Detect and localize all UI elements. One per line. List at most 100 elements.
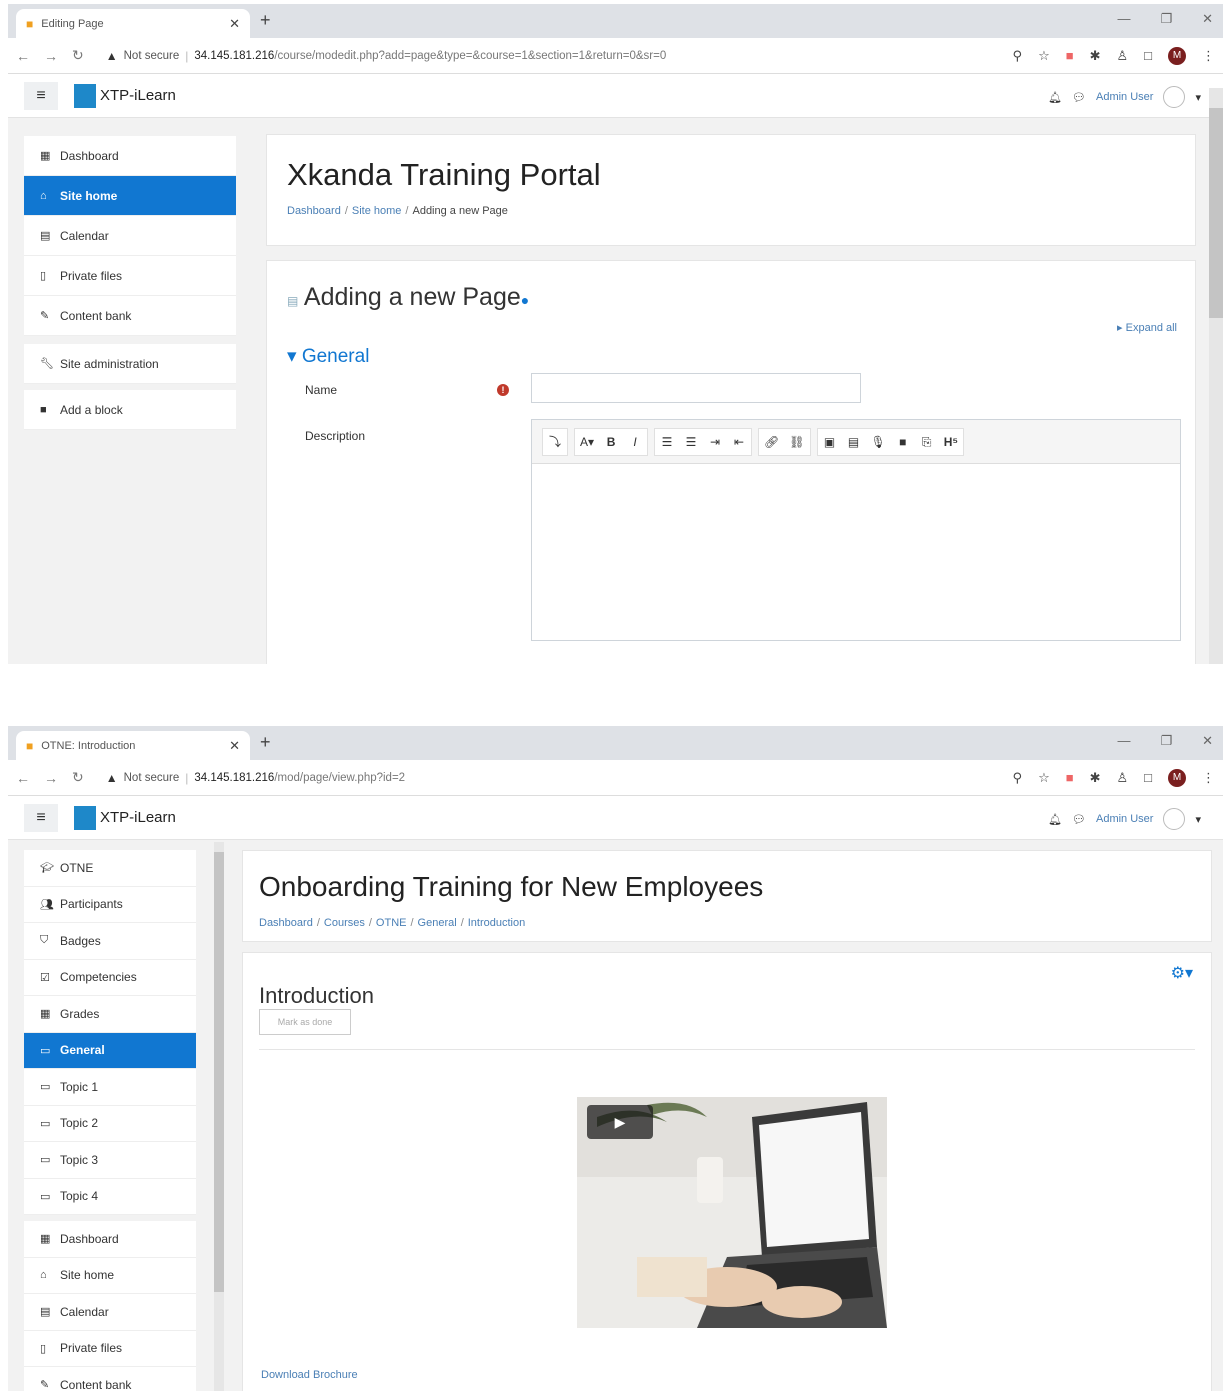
mark-as-done-button[interactable]: Mark as done [259,1009,351,1035]
link-icon[interactable]: 🔗︎ [759,429,784,455]
toggle-toolbar-icon[interactable]: ⤵ [543,429,567,455]
messages-icon[interactable]: 💬︎ [1072,91,1086,104]
nav-site-home[interactable]: ⌂ Site home [24,1258,196,1294]
sidepanel-icon[interactable]: □ [1144,48,1152,63]
nav-topic-1[interactable]: ▭ Topic 1 [24,1069,196,1106]
user-name[interactable]: Admin User [1096,91,1153,103]
messages-icon[interactable]: 💬︎ [1072,813,1086,826]
manage-files-icon[interactable]: ⎘ [915,429,939,455]
menu-icon[interactable]: ⋮ [1202,48,1215,64]
notification-bell-icon[interactable]: 🔔︎ [1048,813,1062,826]
extension-icon[interactable]: ■ [1066,770,1074,785]
download-brochure-link[interactable]: Download Brochure [261,1369,358,1381]
profile-avatar[interactable]: M [1168,768,1186,787]
minimize-icon[interactable]: — [1117,11,1130,27]
nav-otne[interactable]: 🎓︎ OTNE [24,850,196,887]
italic-icon[interactable]: I [623,429,647,455]
chevron-down-icon[interactable]: ▾ [1195,91,1201,104]
section-general[interactable]: ▾ General [287,345,369,368]
chevron-down-icon[interactable]: ▾ [1195,813,1201,826]
user-name[interactable]: Admin User [1096,813,1153,825]
video-icon[interactable]: ■ [891,429,915,455]
unordered-list-icon[interactable]: ☰ [655,429,679,455]
minimize-icon[interactable]: — [1117,733,1130,749]
profile-avatar[interactable]: M [1168,46,1186,65]
forward-icon[interactable]: → [44,770,58,786]
close-tab-icon[interactable]: ✕ [229,738,240,754]
restore-icon[interactable]: ❐ [1160,733,1172,749]
not-secure-label[interactable]: Not secure [124,772,180,784]
nav-calendar[interactable]: ▤ Calendar [24,216,236,256]
nav-add-block[interactable]: ■ Add a block [24,390,236,430]
user-avatar[interactable] [1163,86,1186,108]
outdent-icon[interactable]: ⇤ [727,429,751,455]
nav-topic-4[interactable]: ▭ Topic 4 [24,1179,196,1215]
puzzle-icon[interactable]: ✱ [1090,48,1101,64]
expand-all-link[interactable]: ▸ Expand all [1117,321,1177,334]
unlink-icon[interactable]: ⛓ [784,429,809,455]
nav-calendar[interactable]: ▤ Calendar [24,1294,196,1331]
extension-icon[interactable]: ■ [1066,48,1074,63]
notification-bell-icon[interactable]: 🔔︎ [1048,91,1062,104]
nav-competencies[interactable]: ☑ Competencies [24,960,196,996]
menu-icon[interactable]: ⋮ [1202,770,1215,786]
lab-icon[interactable]: ♙ [1116,48,1128,64]
nav-dashboard[interactable]: ▦ Dashboard [24,1221,196,1258]
lab-icon[interactable]: ♙ [1116,770,1128,786]
url-input[interactable]: 34.145.181.216/course/modedit.php?add=pa… [194,50,1002,62]
hamburger-button[interactable]: ≡ [24,81,58,110]
play-button[interactable]: ▶ [587,1105,653,1139]
video-player[interactable]: ▶ [577,1097,887,1328]
nav-topic-3[interactable]: ▭ Topic 3 [24,1142,196,1179]
breadcrumb-courses[interactable]: Courses [324,917,365,929]
breadcrumb-dashboard[interactable]: Dashboard [287,205,341,217]
new-tab-button[interactable]: + [260,732,271,753]
nav-dashboard[interactable]: ▦ Dashboard [24,136,236,176]
nav-site-home[interactable]: ⌂ Site home [24,176,236,216]
close-tab-icon[interactable]: ✕ [229,16,240,32]
forward-icon[interactable]: → [44,48,58,64]
breadcrumb-dashboard[interactable]: Dashboard [259,917,313,929]
puzzle-icon[interactable]: ✱ [1090,770,1101,786]
breadcrumb-introduction[interactable]: Introduction [468,917,525,929]
reload-icon[interactable]: ↻ [72,47,84,64]
user-avatar[interactable] [1163,808,1186,830]
nav-general[interactable]: ▭ General [24,1032,196,1069]
browser-tab[interactable]: ■ Editing Page ✕ [16,9,250,38]
star-icon[interactable]: ☆ [1038,770,1050,786]
nav-site-administration[interactable]: 🔧︎ Site administration [24,344,236,384]
nav-private-files[interactable]: ▯ Private files [24,256,236,296]
zoom-icon[interactable]: ⚲ [1013,48,1023,64]
not-secure-label[interactable]: Not secure [124,50,180,62]
image-icon[interactable]: ▣ [818,429,842,455]
close-window-icon[interactable]: ✕ [1202,11,1213,27]
warning-icon[interactable]: ▲ [106,49,118,63]
indent-icon[interactable]: ⇥ [703,429,727,455]
h5p-icon[interactable]: H⁵ [939,429,963,455]
nav-private-files[interactable]: ▯ Private files [24,1331,196,1367]
browser-tab[interactable]: ■ OTNE: Introduction ✕ [16,731,250,760]
warning-icon[interactable]: ▲ [106,771,118,785]
site-logo[interactable] [74,805,96,830]
hamburger-button[interactable]: ≡ [24,803,58,832]
paragraph-style-icon[interactable]: A▾ [575,429,599,455]
back-icon[interactable]: ← [16,48,30,64]
breadcrumb-site-home[interactable]: Site home [352,205,402,217]
site-name[interactable]: XTP-iLearn [100,809,176,826]
nav-content-bank[interactable]: ✎ Content bank [24,1367,196,1391]
scrollbar-thumb[interactable] [1209,108,1223,318]
new-tab-button[interactable]: + [260,10,271,31]
site-name[interactable]: XTP-iLearn [100,87,176,104]
close-window-icon[interactable]: ✕ [1202,733,1213,749]
drawer-scrollbar-thumb[interactable] [214,852,224,1292]
zoom-icon[interactable]: ⚲ [1013,770,1023,786]
breadcrumb-otne[interactable]: OTNE [376,917,407,929]
restore-icon[interactable]: ❐ [1160,11,1172,27]
microphone-icon[interactable]: 🎙︎ [866,429,891,455]
star-icon[interactable]: ☆ [1038,48,1050,64]
help-icon[interactable]: ● [521,292,529,308]
nav-badges[interactable]: ⛉ Badges [24,923,196,960]
bold-icon[interactable]: B [599,429,623,455]
breadcrumb-general[interactable]: General [418,917,457,929]
nav-participants[interactable]: 👥︎ Participants [24,887,196,923]
